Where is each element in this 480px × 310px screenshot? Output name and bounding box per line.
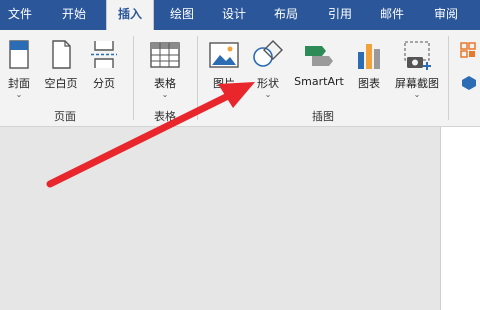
cube-icon[interactable] <box>460 74 478 92</box>
cover-page-icon <box>9 40 29 69</box>
blank-page-label: 空白页 <box>44 77 78 90</box>
shapes-label: 形状 <box>257 77 279 90</box>
tab-design[interactable]: 设计 <box>212 0 256 30</box>
add-ins-icon[interactable] <box>458 40 478 60</box>
document-page[interactable] <box>440 127 480 310</box>
tab-mailings[interactable]: 邮件 <box>370 0 414 30</box>
ribbon-tab-bar: 文件 开始 插入 绘图 设计 布局 引用 邮件 审阅 <box>0 0 480 30</box>
screenshot-label: 屏幕截图 <box>395 77 439 90</box>
pages-group-label: 页面 <box>54 110 76 123</box>
chevron-down-icon: ⌄ <box>161 90 169 99</box>
group-separator <box>133 36 134 120</box>
chevron-down-icon: ⌄ <box>264 90 272 99</box>
screenshot-icon <box>404 41 431 70</box>
table-label: 表格 <box>154 77 176 90</box>
cover-page-label: 封面 <box>8 77 30 90</box>
document-canvas[interactable] <box>0 127 440 310</box>
smartart-label: SmartArt <box>294 75 344 88</box>
chart-label: 图表 <box>358 77 380 90</box>
shapes-icon <box>253 40 283 67</box>
chevron-down-icon: ⌄ <box>220 90 228 99</box>
tab-home[interactable]: 开始 <box>52 0 96 30</box>
page-break-label: 分页 <box>93 77 115 90</box>
tables-group-label: 表格 <box>154 110 176 123</box>
page-break-icon <box>91 41 117 68</box>
ribbon: 封面 ⌄ 空白页 分页 页面 表格 ⌄ 表格 图片 ⌄ 形状 ⌄ SmartAr… <box>0 30 480 127</box>
chart-icon <box>358 44 380 69</box>
blank-page-icon <box>52 40 71 69</box>
tab-draw[interactable]: 绘图 <box>160 0 204 30</box>
picture-icon <box>209 42 239 68</box>
group-separator <box>448 36 449 120</box>
pictures-label: 图片 <box>213 77 235 90</box>
tab-review[interactable]: 审阅 <box>424 0 468 30</box>
illustrations-group-label: 插图 <box>312 110 334 123</box>
tab-references[interactable]: 引用 <box>318 0 362 30</box>
table-icon <box>150 42 180 68</box>
smartart-icon <box>305 46 333 66</box>
group-separator <box>197 36 198 120</box>
chevron-down-icon: ⌄ <box>413 90 421 99</box>
tab-insert[interactable]: 插入 <box>106 0 154 30</box>
tab-file[interactable]: 文件 <box>0 0 40 30</box>
tab-layout[interactable]: 布局 <box>264 0 308 30</box>
chevron-down-icon: ⌄ <box>15 90 23 99</box>
